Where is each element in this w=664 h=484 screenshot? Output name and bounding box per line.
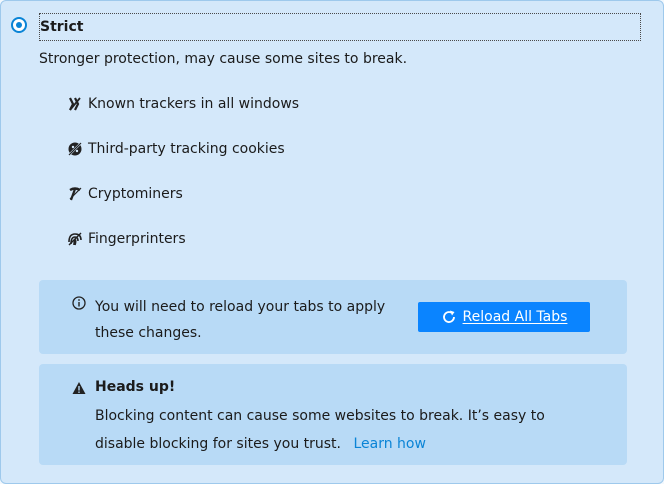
reload-all-tabs-button[interactable]: Reload All Tabs (418, 302, 590, 332)
cookie-icon (68, 142, 82, 156)
feature-label: Third-party tracking cookies (88, 141, 285, 157)
strict-label-focus-box[interactable]: Strict (39, 13, 641, 41)
feature-item-trackers: Known trackers in all windows (67, 94, 299, 114)
heads-up-warning-box: Heads up! Blocking content can cause som… (39, 364, 627, 465)
learn-how-link[interactable]: Learn how (353, 436, 425, 452)
warning-text-block: Blocking content can cause some websites… (95, 402, 595, 458)
reload-button-label: Reload All Tabs (462, 309, 568, 325)
feature-item-cookies: Third-party tracking cookies (67, 139, 285, 159)
strict-description: Stronger protection, may cause some site… (39, 51, 408, 67)
feature-item-fingerprinters: Fingerprinters (67, 229, 186, 249)
feature-label: Fingerprinters (88, 231, 186, 247)
warning-body: Blocking content can cause some websites… (95, 408, 545, 452)
strict-radio-button[interactable] (11, 17, 27, 33)
reload-icon (442, 310, 455, 323)
feature-item-cryptominers: Cryptominers (67, 184, 183, 204)
strict-option-panel: Strict Stronger protection, may cause so… (0, 0, 664, 484)
reload-notice-box: You will need to reload your tabs to app… (39, 280, 627, 354)
tracker-icon (69, 97, 81, 111)
reload-notice-text: You will need to reload your tabs to app… (95, 299, 386, 341)
feature-label: Known trackers in all windows (88, 96, 300, 112)
cryptominer-icon (69, 187, 82, 201)
fingerprint-icon (68, 232, 82, 246)
feature-label: Cryptominers (88, 186, 183, 202)
warning-title: Heads up! (95, 379, 176, 395)
strict-label: Strict (40, 19, 84, 35)
info-icon (72, 296, 86, 310)
warning-icon (72, 382, 86, 394)
strict-radio-row[interactable]: Strict (11, 13, 641, 41)
